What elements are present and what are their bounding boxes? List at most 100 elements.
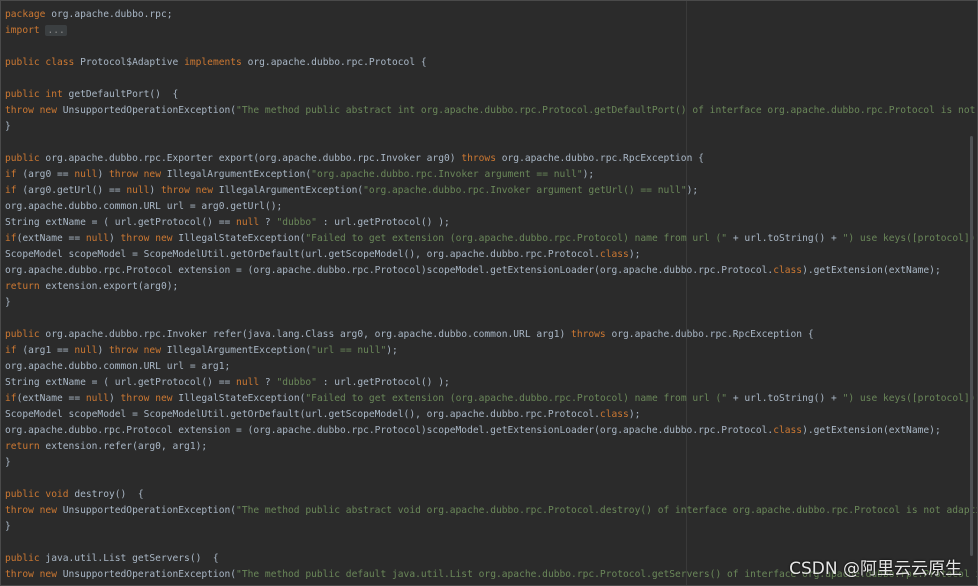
code-token: org.apache.dubbo.rpc; [45,9,173,20]
code-token: null [85,233,109,244]
folded-imports[interactable]: ... [45,25,67,36]
code-line[interactable] [5,471,977,487]
code-line[interactable]: org.apache.dubbo.rpc.Protocol extension … [5,423,977,439]
code-line[interactable]: ScopeModel scopeModel = ScopeModelUtil.g… [5,247,977,263]
code-token: throw new [109,169,161,180]
code-token: ); [386,345,398,356]
code-line[interactable]: public void destroy() { [5,487,977,503]
code-token: ") use keys([protocol])" [842,393,977,404]
code-line[interactable]: } [5,455,977,471]
code-area[interactable]: package org.apache.dubbo.rpc; import ... p… [5,7,977,583]
code-token: "The method public abstract int org.apac… [236,105,977,116]
code-line[interactable]: if (arg0.getUrl() == null) throw new Ill… [5,183,977,199]
code-token: extension.export(arg0); [39,281,179,292]
code-token: String extName = ( url.getProtocol() == [5,377,237,388]
code-token: null [74,345,98,356]
code-token: (extName == [16,393,86,404]
code-token: if [5,393,17,404]
code-line[interactable]: package org.apache.dubbo.rpc; [5,7,977,23]
code-token: : url.getProtocol() ); [316,377,450,388]
code-editor[interactable]: package org.apache.dubbo.rpc; import ... p… [0,0,978,586]
code-line[interactable]: if (arg1 == null) throw new IllegalArgum… [5,343,977,359]
code-line[interactable]: if (arg0 == null) throw new IllegalArgum… [5,167,977,183]
watermark: CSDN @阿里云云原生 [789,559,962,579]
code-line[interactable] [5,71,977,87]
code-line[interactable]: if(extName == null) throw new IllegalSta… [5,391,977,407]
code-token: return [5,281,40,292]
code-token: ? [259,217,277,228]
code-token: ScopeModel scopeModel = ScopeModelUtil.g… [5,249,600,260]
code-token: ).getExtension(extName); [802,425,941,436]
code-line[interactable] [5,311,977,327]
code-line[interactable]: ScopeModel scopeModel = ScopeModelUtil.g… [5,407,977,423]
code-token: org.apache.dubbo.rpc.Protocol { [241,57,427,68]
code-token: if [5,233,17,244]
code-token: if [5,185,17,196]
code-token: org.apache.dubbo.rpc.Exporter export(org… [39,153,462,164]
code-token: org.apache.dubbo.rpc.Invoker refer(java.… [39,329,572,340]
code-line[interactable] [5,39,977,55]
code-token: public [5,553,40,564]
code-token: IllegalArgumentException( [160,169,312,180]
code-line[interactable]: } [5,519,977,535]
code-token: extension.refer(arg0, arg1); [39,441,208,452]
code-token: org.apache.dubbo.rpc.Protocol extension … [5,425,774,436]
code-line[interactable]: public org.apache.dubbo.rpc.Exporter exp… [5,151,977,167]
code-line[interactable]: public int getDefaultPort() { [5,87,977,103]
code-token: null [236,377,260,388]
code-token: class [599,409,629,420]
code-token: throw new [5,505,57,516]
code-line[interactable]: org.apache.dubbo.rpc.Protocol extension … [5,263,977,279]
code-token: (arg0.getUrl() == [16,185,127,196]
code-line[interactable]: throw new UnsupportedOperationException(… [5,503,977,519]
code-token: "dubbo" [276,217,317,228]
code-token: "org.apache.dubbo.rpc.Invoker argument g… [363,185,687,196]
code-line[interactable]: public class Protocol$Adaptive implement… [5,55,977,71]
code-token: throws [571,329,606,340]
code-line[interactable]: String extName = ( url.getProtocol() == … [5,375,977,391]
code-token: throws [461,153,496,164]
code-token: "url == null" [311,345,387,356]
code-token: throw new [120,233,173,244]
code-token: public void [5,489,69,500]
code-line[interactable]: return extension.refer(arg0, arg1); [5,439,977,455]
code-token: if [5,169,17,180]
code-line[interactable]: org.apache.dubbo.common.URL url = arg1; [5,359,977,375]
code-line[interactable]: org.apache.dubbo.common.URL url = arg0.g… [5,199,977,215]
code-line[interactable] [5,135,977,151]
code-line[interactable]: } [5,119,977,135]
vertical-scrollbar[interactable] [970,136,973,556]
code-line[interactable] [5,535,977,551]
code-token: java.util.List getServers() { [39,553,219,564]
code-line[interactable]: import ... [5,23,977,39]
code-token: if [5,345,17,356]
code-token: + url.toString() + [727,393,843,404]
code-line[interactable]: public org.apache.dubbo.rpc.Invoker refe… [5,327,977,343]
code-token: ? [259,377,277,388]
code-token: throw new [109,345,161,356]
code-token: + url.toString() + [727,233,843,244]
code-token: class [773,265,803,276]
code-line[interactable]: String extName = ( url.getProtocol() == … [5,215,977,231]
code-token: null [236,217,260,228]
code-token: (extName == [16,233,86,244]
code-token: throw new [5,569,57,580]
code-token: class [773,425,803,436]
code-line[interactable]: if(extName == null) throw new IllegalSta… [5,231,977,247]
code-token: ); [628,409,641,420]
code-token: (arg0 == [16,169,75,180]
code-line[interactable]: return extension.export(arg0); [5,279,977,295]
code-token: "org.apache.dubbo.rpc.Invoker argument =… [311,169,583,180]
code-line[interactable]: throw new UnsupportedOperationException(… [5,103,977,119]
code-token: public [5,329,40,340]
code-token: org.apache.dubbo.rpc.Protocol extension … [5,265,774,276]
code-token: org.apache.dubbo.common.URL url = arg0.g… [5,201,283,212]
code-line[interactable]: } [5,295,977,311]
code-token: "The method public abstract void org.apa… [236,505,977,516]
code-token: } [5,521,11,532]
code-token: ) [108,393,121,404]
code-token: null [85,393,109,404]
code-token: ); [628,249,641,260]
code-token: throw new [120,393,173,404]
code-token: IllegalStateException( [172,233,306,244]
